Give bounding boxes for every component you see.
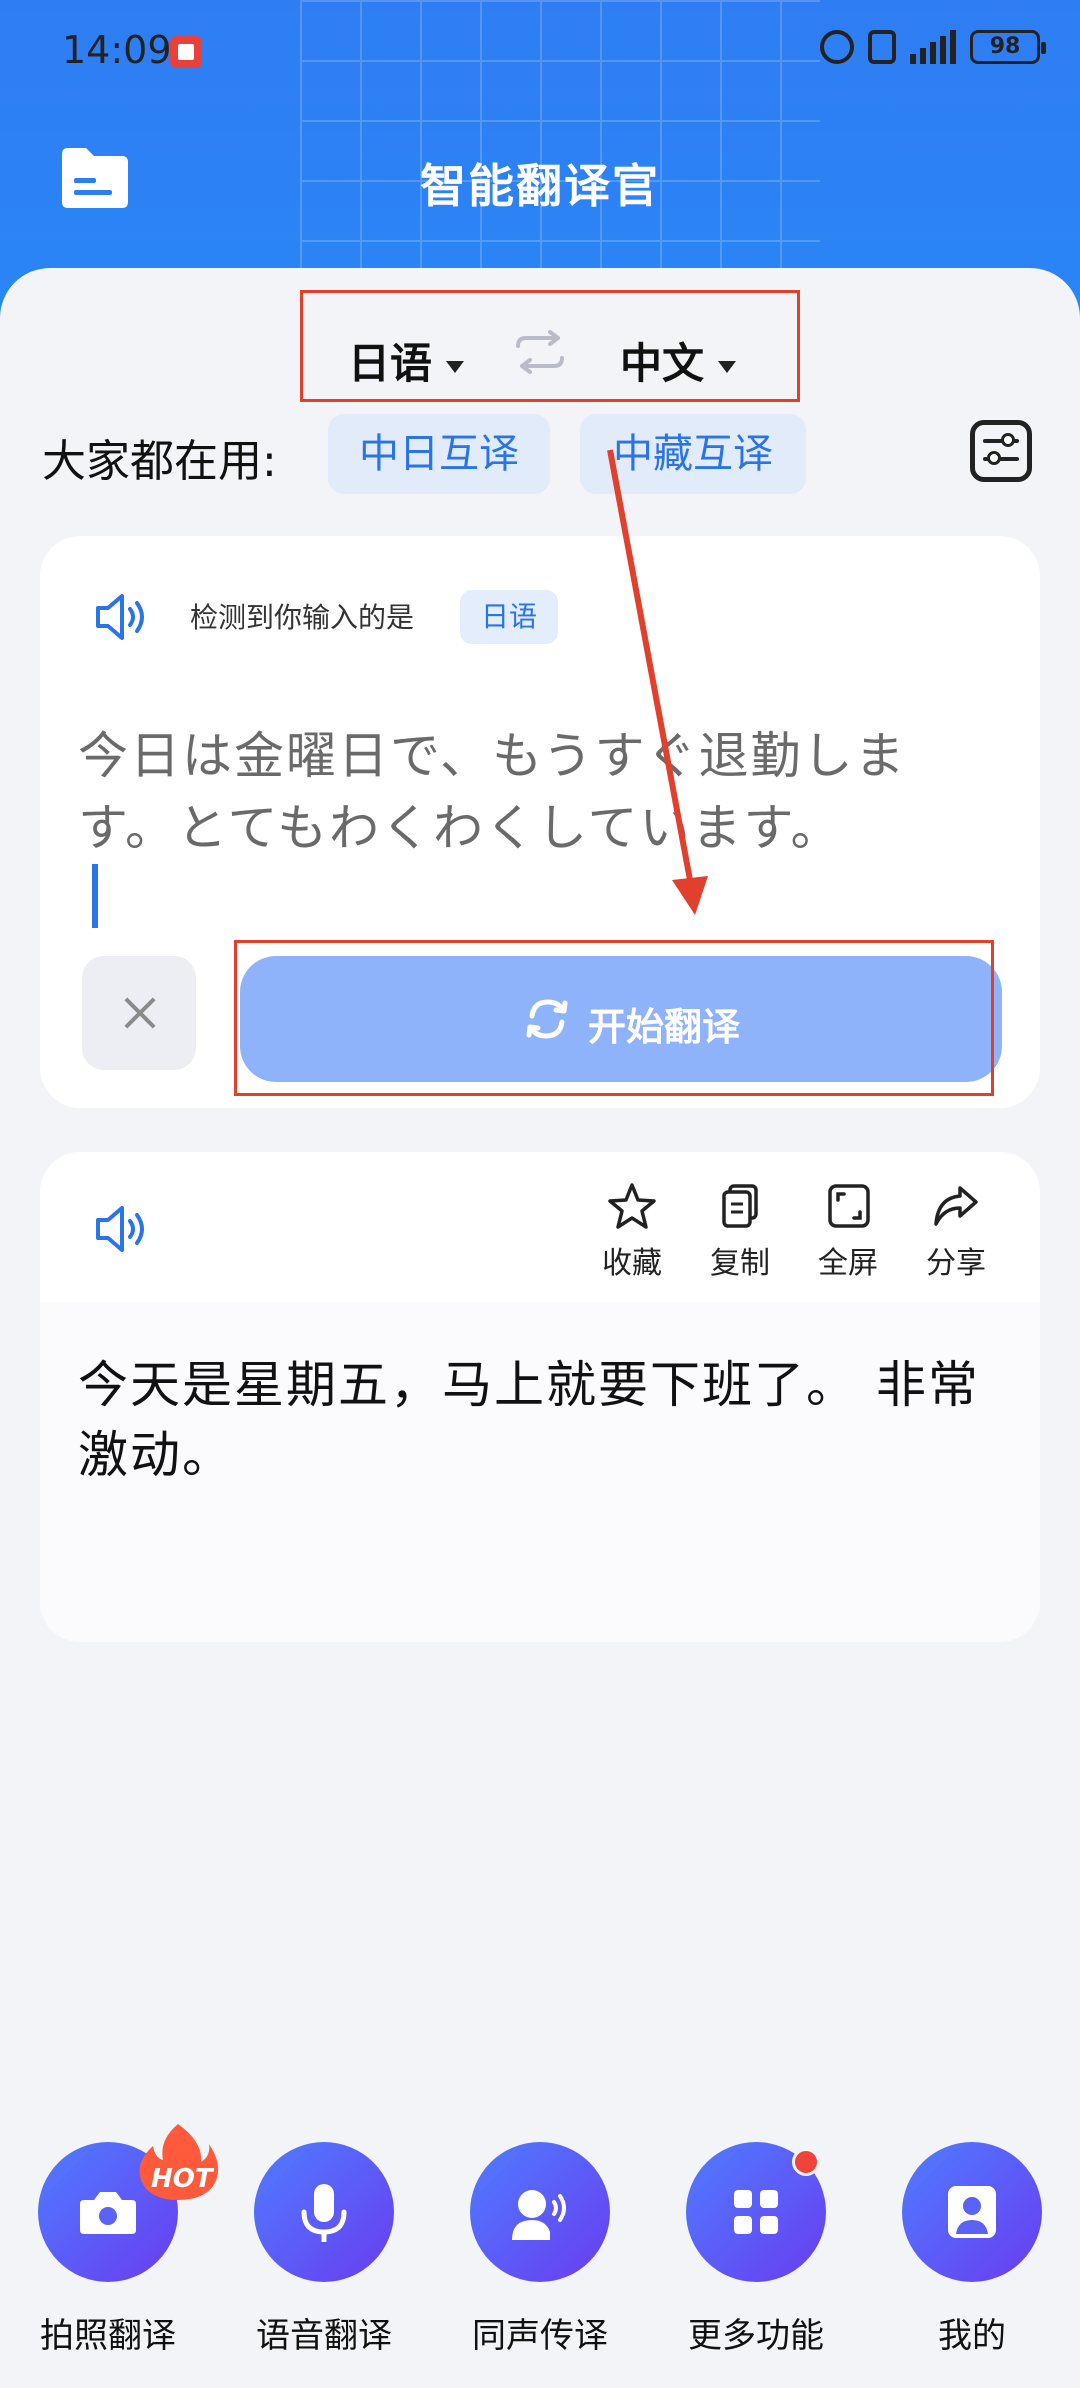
speaking-person-icon	[512, 2190, 566, 2240]
app-title: 智能翻译官	[420, 159, 660, 213]
nav-profile-circle	[902, 2142, 1042, 2282]
nav-more-features[interactable]: 更多功能	[681, 2142, 831, 2357]
nav-voice-translate[interactable]: 语音翻译	[249, 2142, 399, 2357]
popular-label: 大家都在用:	[42, 436, 277, 487]
star-icon	[608, 1183, 656, 1229]
user-icon	[948, 2186, 996, 2238]
vibrate-icon	[868, 30, 896, 64]
nav-photo-label: 拍照翻译	[40, 2316, 176, 2356]
output-card: 收藏 复制 全屏 分享 今天是星期五，马上就要下班了。 非常激动。	[40, 1152, 1040, 1642]
output-toolbar: 收藏 复制 全屏 分享	[40, 1152, 1040, 1302]
copy-button[interactable]: 复制	[695, 1182, 785, 1282]
copy-label: 复制	[710, 1246, 770, 1281]
translation-result-text: 今天是星期五，马上就要下班了。 非常激动。	[78, 1356, 980, 1484]
share-label: 分享	[926, 1246, 986, 1281]
nav-profile-label: 我的	[938, 2316, 1006, 2356]
bottom-navigation: HOT 拍照翻译 语音翻译 同声传译 更多功能 我的	[0, 2120, 1080, 2388]
share-button[interactable]: 分享	[911, 1182, 1001, 1282]
speaker-icon[interactable]	[92, 1204, 152, 1254]
source-language-select[interactable]: 日语	[348, 330, 465, 391]
settings-sliders-icon[interactable]	[970, 420, 1032, 482]
hot-badge-label: HOT	[151, 2164, 213, 2194]
share-icon	[934, 1186, 978, 1226]
chip-zh-ja[interactable]: 中日互译	[328, 414, 550, 494]
detected-language-badge: 日语	[460, 590, 558, 644]
battery-icon: 98	[970, 30, 1046, 64]
nav-simultaneous-interpretation[interactable]: 同声传译	[465, 2142, 615, 2357]
caret-down-icon	[718, 360, 737, 373]
status-icons: 98	[820, 30, 1046, 64]
source-text-input[interactable]: 今日は金曜日で、もうすぐ退勤します。とてもわくわくしています。	[78, 720, 978, 864]
nav-more-label: 更多功能	[688, 2316, 824, 2356]
target-language-select[interactable]: 中文	[620, 330, 737, 391]
nav-photo-translate[interactable]: HOT 拍照翻译	[33, 2124, 219, 2357]
fullscreen-label: 全屏	[818, 1246, 878, 1281]
favorite-label: 收藏	[602, 1246, 662, 1281]
source-language-label: 日语	[348, 339, 433, 388]
chip-zh-bo[interactable]: 中藏互译	[580, 414, 806, 494]
nav-simultaneous-label: 同声传译	[472, 2316, 608, 2356]
nav-voice-label: 语音翻译	[256, 2316, 392, 2356]
fullscreen-icon	[828, 1184, 870, 1228]
favorite-button[interactable]: 收藏	[587, 1182, 677, 1282]
caret-down-icon	[446, 360, 465, 373]
detect-language-text: 检测到你输入的是	[190, 601, 415, 634]
alarm-icon	[820, 30, 854, 64]
signal-icon	[910, 30, 956, 64]
text-cursor	[92, 864, 98, 928]
status-bar: 14:09 98	[0, 0, 1080, 100]
swap-icon[interactable]	[510, 330, 570, 374]
microphone-icon	[301, 2184, 347, 2242]
nav-more-circle	[686, 2142, 826, 2282]
copy-icon	[722, 1184, 758, 1228]
speaker-icon[interactable]	[92, 592, 152, 642]
nav-voice-circle	[254, 2142, 394, 2282]
status-time: 14:09	[62, 28, 172, 72]
target-language-label: 中文	[620, 339, 705, 388]
fullscreen-button[interactable]: 全屏	[803, 1182, 893, 1282]
nav-profile[interactable]: 我的	[897, 2142, 1047, 2357]
notification-dot	[792, 2148, 820, 2176]
clear-button[interactable]	[82, 956, 196, 1070]
translate-button-highlight	[234, 940, 994, 1096]
nav-simultaneous-circle	[470, 2142, 610, 2282]
notification-app-icon	[170, 36, 202, 68]
